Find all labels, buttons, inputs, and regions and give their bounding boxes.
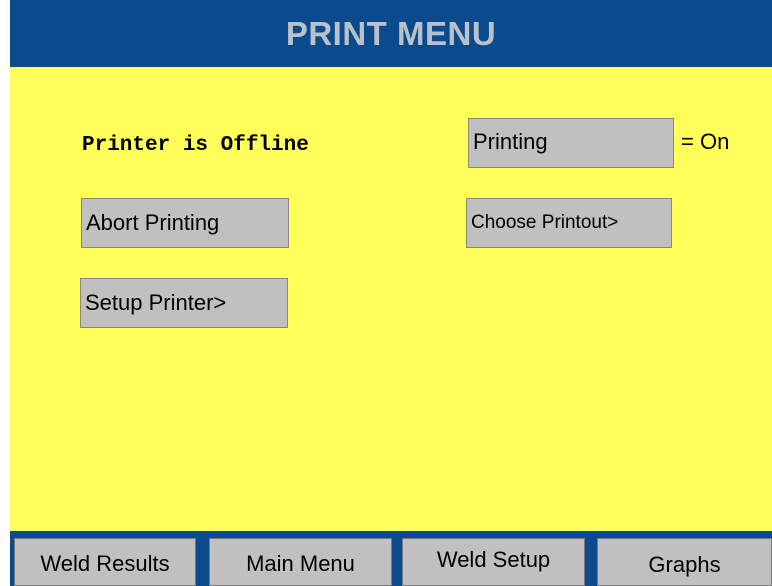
nav-graphs-button[interactable]: Graphs bbox=[597, 538, 772, 586]
setup-printer-button[interactable]: Setup Printer> bbox=[80, 278, 288, 328]
abort-printing-button[interactable]: Abort Printing bbox=[81, 198, 289, 248]
nav-main-menu-button[interactable]: Main Menu bbox=[209, 538, 392, 586]
printing-toggle-button[interactable]: Printing bbox=[468, 118, 674, 168]
nav-weld-setup-button[interactable]: Weld Setup bbox=[402, 538, 585, 586]
print-menu-screen: PRINT MENU Printer is Offline Printing =… bbox=[10, 0, 772, 586]
page-title: PRINT MENU bbox=[10, 0, 772, 67]
printing-state-label: = On bbox=[681, 129, 730, 154]
choose-printout-button[interactable]: Choose Printout> bbox=[466, 198, 672, 248]
bottom-nav-bar: Weld Results Main Menu Weld Setup Graphs bbox=[10, 531, 772, 586]
nav-weld-results-button[interactable]: Weld Results bbox=[14, 538, 196, 586]
printer-status-text: Printer is Offline bbox=[82, 134, 309, 157]
print-menu-content: Printer is Offline Printing = On Abort P… bbox=[10, 67, 772, 531]
